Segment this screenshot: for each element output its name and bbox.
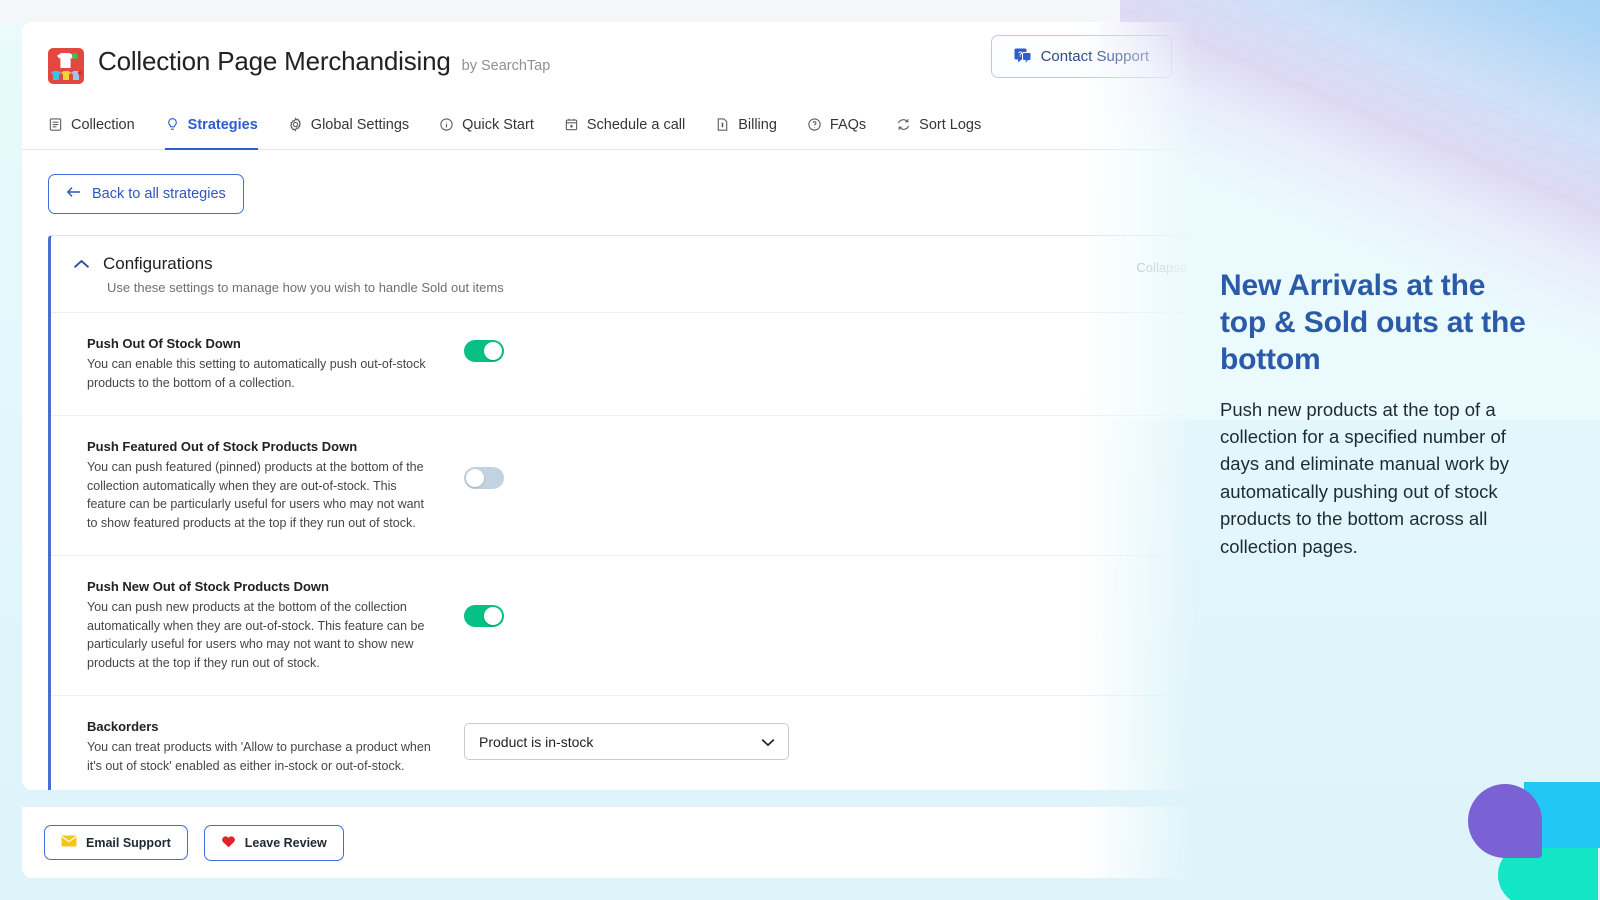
leave-review-button[interactable]: Leave Review [203, 824, 344, 861]
backorders-select-value: Product is in-stock [479, 733, 594, 750]
setting-description: You can push new products at the bottom … [87, 600, 425, 670]
push-new-out-of-stock-products-down-toggle[interactable] [464, 605, 504, 627]
info-circle-icon [439, 117, 454, 132]
background-top-strip [0, 0, 1120, 22]
setting-label: Push Featured Out of Stock Products Down [87, 439, 358, 454]
tab-schedule-a-call[interactable]: Schedule a call [564, 102, 685, 150]
configurations-card: Configurations Use these settings to man… [48, 235, 1197, 790]
tab-sort-logs[interactable]: Sort Logs [896, 102, 981, 150]
push-featured-out-of-stock-products-down-toggle[interactable] [464, 467, 504, 489]
app-byline: by SearchTap [461, 58, 551, 74]
setting-row: Push New Out of Stock Products Down You … [51, 556, 1197, 696]
tab-label: Sort Logs [919, 116, 982, 133]
contact-support-label: Contact Support [1040, 48, 1149, 65]
tab-label: Schedule a call [586, 116, 686, 133]
refresh-icon [896, 117, 911, 132]
setting-row: Push Featured Out of Stock Products Down… [51, 416, 1197, 556]
setting-row: Backorders You can treat products with '… [51, 696, 1197, 790]
lightbulb-icon [165, 117, 180, 132]
setting-text: Push Out Of Stock Down You can enable th… [87, 336, 432, 392]
tab-collection[interactable]: Collection [48, 102, 135, 150]
setting-control [464, 467, 504, 489]
backorders-select[interactable]: Product is in-stock [464, 723, 789, 760]
leave-review-label: Leave Review [244, 835, 327, 850]
status-dot-green [72, 53, 78, 59]
back-button-label: Back to all strategies [92, 186, 226, 202]
setting-text: Push New Out of Stock Products Down You … [87, 579, 432, 672]
setting-control [464, 340, 504, 362]
tab-label: Strategies [187, 116, 258, 133]
toggle-knob [466, 469, 484, 487]
setting-description: You can treat products with 'Allow to pu… [87, 740, 431, 773]
email-support-label: Email Support [86, 835, 171, 850]
app-window: Collection Page Merchandising by SearchT… [22, 22, 1197, 790]
toggle-knob [484, 342, 502, 360]
setting-control [464, 605, 504, 627]
tab-label: Collection [71, 116, 135, 133]
setting-description: You can push featured (pinned) products … [87, 460, 424, 530]
setting-control: Product is in-stock [464, 723, 789, 760]
push-out-of-stock-down-toggle[interactable] [464, 340, 504, 362]
setting-label: Push Out Of Stock Down [87, 336, 241, 351]
tab-label: Quick Start [462, 116, 534, 133]
question-circle-icon [807, 117, 822, 132]
configurations-title-row[interactable]: Configurations [73, 254, 1197, 274]
setting-text: Push Featured Out of Stock Products Down… [87, 439, 432, 532]
configurations-subtitle: Use these settings to manage how you wis… [107, 280, 504, 295]
configurations-header: Configurations Use these settings to man… [51, 236, 1197, 313]
collapse-link[interactable]: Collapse [1136, 260, 1187, 275]
back-to-all-strategies-button[interactable]: Back to all strategies [48, 174, 244, 214]
setting-description: You can enable this setting to automatic… [87, 357, 426, 390]
tab-strategies[interactable]: Strategies [164, 102, 258, 150]
setting-text: Backorders You can treat products with '… [87, 719, 432, 775]
decorative-blob-purple [1468, 784, 1542, 858]
tshirt-stack-icon [48, 48, 84, 84]
email-support-button[interactable]: Email Support [44, 825, 188, 860]
main-tab-bar: Collection Strategies Global Settings Qu… [22, 102, 1197, 150]
tab-global-settings[interactable]: Global Settings [288, 102, 409, 150]
chevron-down-icon [761, 734, 775, 750]
tab-billing[interactable]: Billing [715, 102, 777, 150]
tab-label: Billing [738, 116, 777, 133]
setting-row: Push Out Of Stock Down You can enable th… [51, 313, 1197, 416]
app-header: Collection Page Merchandising by SearchT… [22, 22, 1197, 102]
page-title: Collection Page Merchandising [98, 46, 451, 76]
setting-label: Push New Out of Stock Products Down [87, 579, 329, 594]
tab-faqs[interactable]: FAQs [807, 102, 866, 150]
gear-icon [288, 117, 303, 132]
status-dot-red [78, 71, 82, 75]
envelope-icon [61, 835, 77, 850]
setting-label: Backorders [87, 719, 159, 734]
title-group: Collection Page Merchandising by SearchT… [98, 46, 550, 77]
back-row: Back to all strategies [22, 150, 1197, 214]
list-document-icon [48, 117, 63, 132]
promo-title: New Arrivals at the top & Sold outs at t… [1220, 269, 1526, 376]
heart-icon [221, 835, 236, 851]
footer-bar: Email Support Leave Review [22, 806, 1197, 878]
chat-question-icon: ? [1014, 48, 1032, 65]
arrow-left-icon [66, 185, 82, 203]
toggle-knob [484, 607, 502, 625]
chevron-up-icon[interactable] [73, 259, 90, 270]
tab-label: Global Settings [310, 116, 410, 133]
promo-body: Push new products at the top of a collec… [1220, 398, 1509, 557]
invoice-icon [715, 117, 730, 132]
tshirt-small-yellow-icon [61, 71, 71, 80]
calendar-plus-icon [564, 117, 579, 132]
contact-support-button[interactable]: ? Contact Support [990, 35, 1172, 78]
promo-panel: New Arrivals at the top & Sold outs at t… [1220, 268, 1530, 560]
configurations-title: Configurations [103, 254, 213, 273]
tab-quick-start[interactable]: Quick Start [439, 102, 534, 150]
tshirt-small-cyan-icon [51, 71, 61, 80]
tab-label: FAQs [829, 116, 867, 133]
